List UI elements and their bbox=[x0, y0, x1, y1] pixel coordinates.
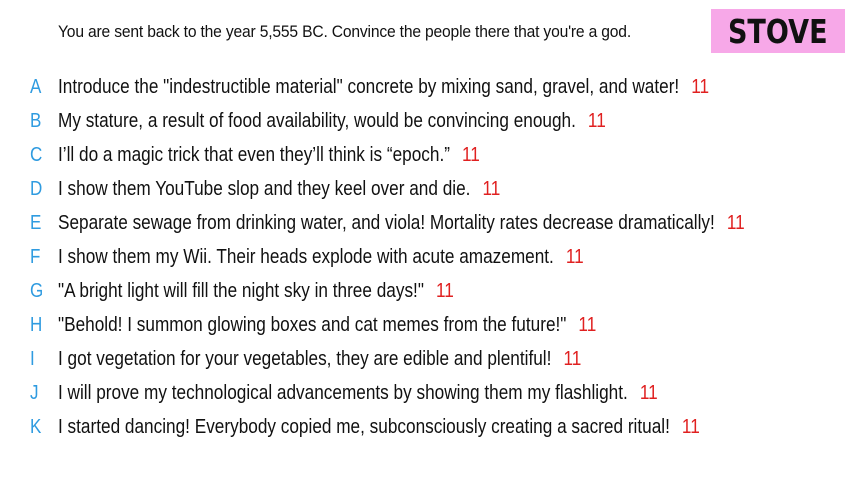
answer-content: I will prove my technological advancemen… bbox=[58, 382, 658, 405]
answer-content: I show them my Wii. Their heads explode … bbox=[58, 246, 584, 269]
answer-letter: B bbox=[30, 109, 42, 132]
answer-text: Separate sewage from drinking water, and… bbox=[58, 211, 715, 234]
answer-text: I will prove my technological advancemen… bbox=[58, 381, 628, 404]
answer-score: 11 bbox=[578, 313, 597, 336]
answer-score: 11 bbox=[639, 381, 658, 404]
answer-content: I show them YouTube slop and they keel o… bbox=[58, 178, 500, 201]
answer-score: 11 bbox=[565, 245, 584, 268]
answer-letter: H bbox=[30, 313, 43, 336]
answer-letter: F bbox=[30, 245, 41, 268]
answer-score: 11 bbox=[587, 109, 606, 132]
answer-content: "Behold! I summon glowing boxes and cat … bbox=[58, 314, 596, 337]
answer-score: 11 bbox=[726, 211, 745, 234]
answer-text: I got vegetation for your vegetables, th… bbox=[58, 347, 552, 370]
answer-content: I started dancing! Everybody copied me, … bbox=[58, 416, 700, 439]
answer-letter: D bbox=[30, 177, 43, 200]
answer-letter: K bbox=[30, 415, 42, 438]
answer-score: 11 bbox=[563, 347, 582, 370]
answer-text: I started dancing! Everybody copied me, … bbox=[58, 415, 670, 438]
answer-letter: J bbox=[30, 381, 39, 404]
answer-letter: G bbox=[30, 279, 44, 302]
answer-score: 11 bbox=[435, 279, 454, 302]
answer-score: 11 bbox=[482, 177, 501, 200]
answer-text: My stature, a result of food availabilit… bbox=[58, 109, 576, 132]
answer-letter: C bbox=[30, 143, 43, 166]
answer-score: 11 bbox=[461, 143, 480, 166]
answer-content: Separate sewage from drinking water, and… bbox=[58, 212, 745, 235]
answer-text: "Behold! I summon glowing boxes and cat … bbox=[58, 313, 567, 336]
answer-content: I got vegetation for your vegetables, th… bbox=[58, 348, 581, 371]
answer-letter: A bbox=[30, 75, 42, 98]
answer-text: I’ll do a magic trick that even they’ll … bbox=[58, 143, 450, 166]
player-name-label: STOVE bbox=[728, 11, 828, 51]
question-prompt: You are sent back to the year 5,555 BC. … bbox=[58, 22, 631, 41]
answer-letter: E bbox=[30, 211, 42, 234]
answer-content: I’ll do a magic trick that even they’ll … bbox=[58, 144, 480, 167]
player-name-badge: STOVE bbox=[711, 9, 845, 53]
answer-text: I show them my Wii. Their heads explode … bbox=[58, 245, 554, 268]
answer-content: My stature, a result of food availabilit… bbox=[58, 110, 606, 133]
answer-content: Introduce the "indestructible material" … bbox=[58, 76, 709, 99]
answer-letter: I bbox=[30, 347, 35, 370]
answer-text: Introduce the "indestructible material" … bbox=[58, 75, 680, 98]
answer-score: 11 bbox=[691, 75, 710, 98]
answer-score: 11 bbox=[681, 415, 700, 438]
answer-text: I show them YouTube slop and they keel o… bbox=[58, 177, 471, 200]
answer-text: "A bright light will fill the night sky … bbox=[58, 279, 424, 302]
answer-content: "A bright light will fill the night sky … bbox=[58, 280, 454, 303]
